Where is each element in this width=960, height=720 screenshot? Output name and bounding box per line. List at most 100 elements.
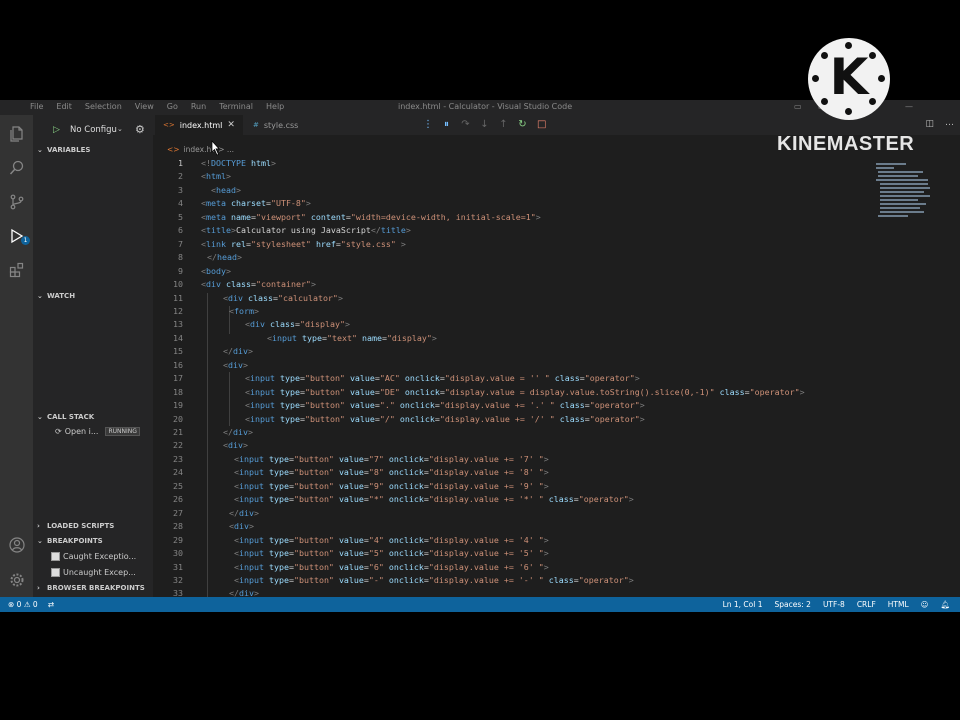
problems-indicator[interactable]: ⊗ 0 ⚠ 0 bbox=[8, 600, 38, 609]
language-mode[interactable]: HTML bbox=[888, 600, 909, 609]
source-control-icon[interactable] bbox=[7, 192, 27, 212]
line-number[interactable]: 27 bbox=[153, 508, 183, 518]
line-number[interactable]: 7 bbox=[153, 239, 183, 249]
breakpoint-uncaught-exceptions[interactable]: Uncaught Excep... bbox=[51, 568, 136, 577]
code-line[interactable]: 15 </div> bbox=[153, 346, 873, 359]
menu-run[interactable]: Run bbox=[191, 102, 206, 111]
line-number[interactable]: 12 bbox=[153, 306, 183, 316]
step-into-icon[interactable]: ↓ bbox=[480, 119, 489, 130]
line-number[interactable]: 15 bbox=[153, 346, 183, 356]
menu-go[interactable]: Go bbox=[167, 102, 178, 111]
code-line[interactable]: 12 <form> bbox=[153, 306, 873, 319]
line-number[interactable]: 11 bbox=[153, 293, 183, 303]
code-text[interactable]: <body> bbox=[201, 266, 231, 276]
code-line[interactable]: 21 </div> bbox=[153, 427, 873, 440]
step-over-icon[interactable]: ↷ bbox=[461, 119, 470, 130]
line-number[interactable]: 6 bbox=[153, 225, 183, 235]
section-call-stack[interactable]: ⌄ CALL STACK bbox=[37, 413, 94, 421]
code-line[interactable]: 7 <link rel="stylesheet" href="style.css"… bbox=[153, 239, 873, 252]
minimize-icon[interactable]: — bbox=[905, 102, 913, 111]
code-line[interactable]: 1 <!DOCTYPE html> bbox=[153, 158, 873, 171]
code-text[interactable]: <input type="button" value="AC" onclick=… bbox=[245, 373, 640, 383]
code-text[interactable]: </div> bbox=[223, 346, 253, 356]
code-line[interactable]: 20 <input type="button" value="/" onclick… bbox=[153, 414, 873, 427]
code-text[interactable]: <input type="button" value="8" onclick="… bbox=[234, 467, 549, 477]
line-number[interactable]: 13 bbox=[153, 319, 183, 329]
start-debugging-icon[interactable]: ▷ bbox=[53, 125, 60, 135]
cursor-position[interactable]: Ln 1, Col 1 bbox=[723, 600, 763, 609]
code-line[interactable]: 3 <head> bbox=[153, 185, 873, 198]
line-number[interactable]: 23 bbox=[153, 454, 183, 464]
line-number[interactable]: 31 bbox=[153, 562, 183, 572]
breadcrumb-more[interactable]: > ... bbox=[218, 145, 234, 154]
line-number[interactable]: 32 bbox=[153, 575, 183, 585]
step-out-icon[interactable]: ↑ bbox=[499, 119, 508, 130]
layout-toggle-icon[interactable]: ▭ bbox=[794, 102, 802, 111]
code-line[interactable]: 16 <div> bbox=[153, 360, 873, 373]
code-line[interactable]: 28 <div> bbox=[153, 521, 873, 534]
search-icon[interactable] bbox=[7, 158, 27, 178]
code-line[interactable]: 14 <input type="text" name="display"> bbox=[153, 333, 873, 346]
menu-help[interactable]: Help bbox=[266, 102, 284, 111]
line-number[interactable]: 16 bbox=[153, 360, 183, 370]
manage-gear-icon[interactable] bbox=[7, 570, 27, 590]
drag-handle-icon[interactable]: ⋮ bbox=[423, 119, 433, 130]
code-line[interactable]: 6 <title>Calculator using JavaScript</tit… bbox=[153, 225, 873, 238]
menu-selection[interactable]: Selection bbox=[85, 102, 122, 111]
code-line[interactable]: 23 <input type="button" value="7" onclick… bbox=[153, 454, 873, 467]
code-line[interactable]: 17 <input type="button" value="AC" onclic… bbox=[153, 373, 873, 386]
code-line[interactable]: 32 <input type="button" value="-" onclick… bbox=[153, 575, 873, 588]
code-text[interactable]: <input type="button" value="5" onclick="… bbox=[234, 548, 549, 558]
code-line[interactable]: 22 <div> bbox=[153, 440, 873, 453]
feedback-icon[interactable]: ☺ bbox=[921, 600, 929, 609]
line-number[interactable]: 17 bbox=[153, 373, 183, 383]
line-number[interactable]: 22 bbox=[153, 440, 183, 450]
code-text[interactable]: <head> bbox=[211, 185, 241, 195]
line-number[interactable]: 3 bbox=[153, 185, 183, 195]
code-text[interactable]: <div class="container"> bbox=[201, 279, 316, 289]
checkbox[interactable] bbox=[51, 552, 60, 561]
code-text[interactable]: <div class="display"> bbox=[245, 319, 350, 329]
restart-icon[interactable]: ↻ bbox=[518, 119, 527, 130]
line-number[interactable]: 30 bbox=[153, 548, 183, 558]
minimap[interactable] bbox=[870, 158, 960, 238]
call-stack-item[interactable]: ⟳ Open i... RUNNING bbox=[55, 427, 140, 436]
line-number[interactable]: 24 bbox=[153, 467, 183, 477]
line-number[interactable]: 25 bbox=[153, 481, 183, 491]
section-loaded-scripts[interactable]: › LOADED SCRIPTS bbox=[37, 522, 114, 530]
notifications-bell-icon[interactable]: 🔔︎ bbox=[940, 600, 950, 609]
code-line[interactable]: 24 <input type="button" value="8" onclick… bbox=[153, 467, 873, 480]
remote-icon[interactable]: ⇄ bbox=[48, 600, 54, 609]
code-text[interactable]: <input type="button" value="-" onclick="… bbox=[234, 575, 634, 585]
line-number[interactable]: 28 bbox=[153, 521, 183, 531]
line-number[interactable]: 20 bbox=[153, 414, 183, 424]
menu-file[interactable]: File bbox=[30, 102, 43, 111]
code-line[interactable]: 9 <body> bbox=[153, 266, 873, 279]
code-text[interactable]: <div> bbox=[223, 440, 248, 450]
code-text[interactable]: <title>Calculator using JavaScript</titl… bbox=[201, 225, 411, 235]
line-number[interactable]: 19 bbox=[153, 400, 183, 410]
line-number[interactable]: 14 bbox=[153, 333, 183, 343]
code-line[interactable]: 30 <input type="button" value="5" onclick… bbox=[153, 548, 873, 561]
code-line[interactable]: 11 <div class="calculator"> bbox=[153, 293, 873, 306]
code-text[interactable]: <meta name="viewport" content="width=dev… bbox=[201, 212, 541, 222]
code-text[interactable]: <input type="button" value="6" onclick="… bbox=[234, 562, 549, 572]
code-text[interactable]: <input type="button" value="9" onclick="… bbox=[234, 481, 549, 491]
code-text[interactable]: <input type="button" value="." onclick="… bbox=[245, 400, 645, 410]
tab-style-css[interactable]: # style.css bbox=[245, 115, 306, 135]
code-text[interactable]: <div> bbox=[223, 360, 248, 370]
code-line[interactable]: 4 <meta charset="UTF-8"> bbox=[153, 198, 873, 211]
line-number[interactable]: 21 bbox=[153, 427, 183, 437]
accounts-icon[interactable] bbox=[7, 535, 27, 555]
line-number[interactable]: 9 bbox=[153, 266, 183, 276]
code-line[interactable]: 18 <input type="button" value="DE" onclic… bbox=[153, 387, 873, 400]
code-text[interactable]: <link rel="stylesheet" href="style.css" … bbox=[201, 239, 406, 249]
code-text[interactable]: <input type="button" value="DE" onclick=… bbox=[245, 387, 805, 397]
code-text[interactable]: </div> bbox=[229, 508, 259, 518]
split-editor-icon[interactable]: ◫ bbox=[925, 119, 934, 129]
section-browser-breakpoints[interactable]: › BROWSER BREAKPOINTS bbox=[37, 584, 145, 592]
code-text[interactable]: <input type="button" value="/" onclick="… bbox=[245, 414, 645, 424]
code-text[interactable]: <div> bbox=[229, 521, 254, 531]
code-text[interactable]: <input type="button" value="*" onclick="… bbox=[234, 494, 634, 504]
more-actions-icon[interactable]: … bbox=[945, 118, 954, 128]
